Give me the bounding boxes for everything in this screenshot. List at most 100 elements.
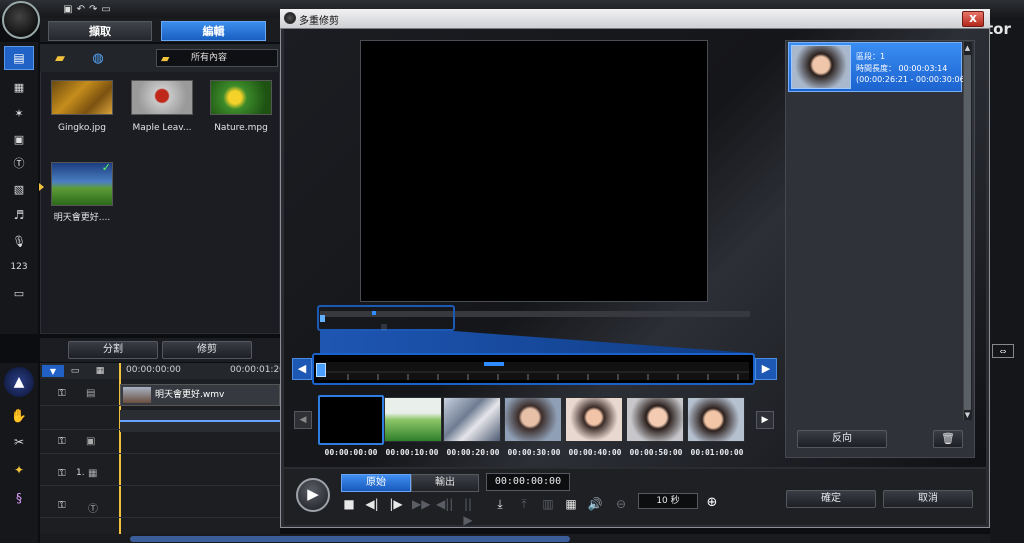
overview-marker <box>372 311 376 315</box>
lock-icon[interactable]: ⚿ <box>58 468 66 479</box>
media-label: Maple Leav... <box>132 123 192 133</box>
dialog-app-icon <box>284 12 296 24</box>
close-button[interactable]: x <box>962 11 984 27</box>
audio-mixing-icon[interactable]: ♬ <box>9 206 29 224</box>
filmstrip-frame[interactable] <box>626 397 684 442</box>
track-manager-icon[interactable]: ▦ <box>92 365 108 377</box>
timeline-scrollbar-thumb[interactable] <box>130 536 570 542</box>
scroll-left-button[interactable]: ◀ <box>292 358 312 380</box>
save-icon[interactable]: ▣ <box>63 4 72 15</box>
split-segment-icon[interactable]: ▦ <box>563 496 579 512</box>
timeline-mode-icon[interactable]: ▼ <box>42 365 64 377</box>
filmstrip-frame[interactable] <box>565 397 623 442</box>
filmstrip-time: 00:00:40:00 <box>568 448 622 457</box>
segment-thumbnail <box>791 45 851 89</box>
checkmark-icon: ✓ <box>101 161 111 174</box>
segment-marker <box>484 362 504 366</box>
fit-timeline-icon[interactable]: ⇔ <box>992 344 1014 358</box>
magic-hat-icon[interactable]: ▲ <box>4 367 34 397</box>
tab-capture[interactable]: 擷取 <box>48 21 152 41</box>
next-segment-icon: ||▶ <box>463 497 473 527</box>
volume-icon[interactable]: 🔊 <box>587 496 603 512</box>
filmstrip-frame[interactable] <box>443 397 501 442</box>
ok-button[interactable]: 確定 <box>786 490 876 508</box>
scroll-right-button[interactable]: ▶ <box>755 358 777 380</box>
folder-icon: ▰ <box>161 52 170 65</box>
media-label: Gingko.jpg <box>58 123 106 133</box>
hand-icon[interactable]: ✋ <box>9 407 29 425</box>
mark-in-icon[interactable]: ⤓ <box>492 496 508 512</box>
media-thumbnail-maple[interactable] <box>131 80 193 115</box>
globe-icon[interactable]: ◍ <box>86 49 110 67</box>
arrow-left-icon: ◀ <box>299 415 307 425</box>
undo-icon[interactable]: ↶ <box>77 4 85 15</box>
media-room-icon[interactable]: ▤ <box>4 46 34 70</box>
dialog-title: 多重修剪 <box>299 16 339 27</box>
cancel-button[interactable]: 取消 <box>883 490 973 508</box>
pip-room-icon[interactable]: ✶ <box>9 104 29 122</box>
tab-output[interactable]: 輸出 <box>411 474 479 492</box>
zoom-in-icon[interactable]: ⊕ <box>704 495 720 511</box>
scissors-icon[interactable]: ✂ <box>9 433 29 451</box>
subtitle-room-icon[interactable]: ▭ <box>9 284 29 302</box>
lock-icon[interactable]: ⚿ <box>58 500 66 511</box>
effect-track-icon: ▣ <box>86 436 96 447</box>
media-thumbnail-gingko[interactable] <box>51 80 113 115</box>
tab-original[interactable]: 原始 <box>341 474 411 492</box>
tools-sidebar: ▲ ✋ ✂ ✦ § <box>0 363 38 543</box>
play-button[interactable]: ▶ <box>296 478 330 512</box>
title-track-icon: Ⓣ <box>88 504 98 515</box>
filmstrip-frame[interactable] <box>504 397 562 442</box>
fast-forward-icon: ▶▶ <box>412 497 431 511</box>
storyboard-icon[interactable]: ▭ <box>68 365 82 377</box>
trim-button[interactable]: 修剪 <box>162 341 252 359</box>
split-button[interactable]: 分割 <box>68 341 158 359</box>
previous-frame-icon[interactable]: ◀| <box>364 496 380 512</box>
next-frame-icon[interactable]: |▶ <box>388 496 404 512</box>
scrubber-handle[interactable] <box>316 363 326 377</box>
lock-icon[interactable]: ⚿ <box>58 436 66 447</box>
filmstrip-prev-button[interactable]: ◀ <box>294 411 312 429</box>
content-filter-value: 所有內容 <box>191 53 228 63</box>
transition-room-icon[interactable]: ▧ <box>9 180 29 198</box>
import-folder-icon[interactable]: ▰ <box>48 49 72 67</box>
dialog-title-bar[interactable] <box>280 9 990 29</box>
voice-over-icon[interactable]: 🎙 <box>9 232 29 250</box>
audio-waveform[interactable] <box>120 410 280 432</box>
zoom-out-icon[interactable]: ⊖ <box>613 496 629 512</box>
title-room-icon[interactable]: Ⓣ <box>9 154 29 172</box>
filmstrip-frame[interactable] <box>384 397 442 442</box>
redo-icon[interactable]: ↷ <box>89 4 97 15</box>
filmstrip-frame-selected[interactable] <box>318 395 384 445</box>
timecode-display[interactable]: 00:00:00:00 <box>486 473 570 491</box>
overview-handle[interactable] <box>320 315 325 322</box>
drag-grip-icon[interactable]: ||| <box>381 324 387 331</box>
segment-list <box>785 40 975 458</box>
video-track-icon: ▤ <box>86 388 96 399</box>
reverse-button[interactable]: 反向 <box>797 430 887 448</box>
media-thumbnail-video[interactable]: ✓ <box>51 161 113 206</box>
delete-segment-button[interactable]: 🗑 <box>933 430 963 448</box>
scroll-up-icon[interactable]: ▲ <box>963 43 972 53</box>
lock-icon[interactable]: ⚿ <box>58 388 66 399</box>
segment-list-scrollbar-thumb[interactable] <box>964 55 971 410</box>
effects-room-icon[interactable]: ▦ <box>9 78 29 96</box>
magic-wand-icon[interactable]: ✦ <box>9 461 29 479</box>
tab-edit[interactable]: 編輯 <box>161 21 266 41</box>
particle-room-icon[interactable]: ▣ <box>9 130 29 148</box>
arrow-left-icon: ◀ <box>297 362 307 375</box>
stop-icon[interactable]: ■ <box>341 496 357 512</box>
pip-track: ⚿ 1. ▦ <box>40 462 280 486</box>
motion-icon[interactable]: § <box>9 489 29 507</box>
content-filter-select[interactable]: ▰ 所有內容 <box>156 49 278 67</box>
video-clip[interactable]: 明天會更好.wmv <box>120 384 280 406</box>
previous-segment-icon: ◀|| <box>436 497 454 511</box>
timeline-ruler[interactable]: 00:00:00:00 00:00:01:20 <box>118 363 285 379</box>
scroll-down-icon[interactable]: ▼ <box>963 410 972 420</box>
filmstrip-frame[interactable] <box>687 397 745 442</box>
media-thumbnail-nature[interactable] <box>210 80 272 115</box>
scrubber-track[interactable] <box>318 362 749 380</box>
open-folder-icon[interactable]: ▭ <box>101 4 110 15</box>
filmstrip-next-button[interactable]: ▶ <box>756 411 774 429</box>
chapter-room-icon[interactable]: 123 <box>9 258 29 276</box>
